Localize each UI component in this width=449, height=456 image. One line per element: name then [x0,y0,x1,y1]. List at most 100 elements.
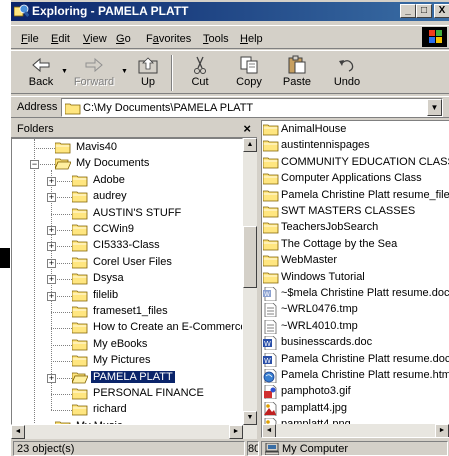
status-size: 80· [247,441,259,456]
menu-help[interactable]: Help [240,33,263,45]
window-title: Exploring - PAMELA PLATT [32,4,189,18]
up-folder-icon [138,57,158,74]
explorer-window: Exploring - PAMELA PLATT _ □ X File Edit… [10,0,449,456]
folders-horizontal-scrollbar[interactable]: ◄ ► [11,425,257,439]
tree-expander[interactable]: − [30,160,39,170]
file-list-pane[interactable]: AnimalHouse austintennispages COMMUNITY ED… [261,120,449,438]
file-item-label: Windows Tutorial [281,270,365,283]
file-item-label: ~WRL0476.tmp [281,303,358,316]
folder-icon [72,257,88,269]
back-button[interactable]: Back [23,53,59,93]
tree-expander[interactable]: + [47,242,56,252]
menu-bar: File Edit View Go Favorites Tools Help [11,25,449,49]
tmp-file-icon [264,303,277,318]
maximize-button[interactable]: □ [416,4,432,18]
folders-close-button[interactable]: × [243,121,251,136]
tree-expander[interactable]: + [47,291,56,301]
tree-expander[interactable]: + [47,193,56,203]
scroll-left-button[interactable]: ◄ [11,425,25,439]
tree-expander[interactable]: + [47,258,56,268]
forward-arrow-icon [85,57,103,73]
address-dropdown-button[interactable]: ▼ [427,99,442,116]
folder-icon [72,240,88,252]
file-item-label: Pamela Christine Platt resume.htm [281,369,449,381]
scroll-right-button[interactable]: ► [229,425,243,439]
folder-icon [72,306,88,318]
cut-button[interactable]: Cut [183,53,217,93]
files-horizontal-scrollbar[interactable]: ◄ ► [262,424,449,437]
tree-expander[interactable]: + [47,226,56,235]
close-button[interactable]: X [434,4,449,18]
file-item-label: The Cottage by the Sea [281,237,398,250]
menu-view[interactable]: View [83,33,107,45]
folder-icon [72,322,88,334]
back-arrow-icon [32,57,50,73]
files-scroll-left-button[interactable]: ◄ [262,424,276,437]
folder-icon [55,158,71,170]
folders-vertical-scrollbar[interactable]: ▲ ▼ [243,138,257,425]
folder-icon [263,190,279,201]
folder-icon [72,290,88,301]
address-input[interactable]: C:\My Documents\PAMELA PLATT ▼ [61,98,443,117]
menu-go[interactable]: Go [116,33,131,45]
copy-button[interactable]: Copy [231,53,267,93]
tree-item-label: Dsysa [93,272,124,285]
file-item-label: pamplatt4.jpg [281,401,348,414]
menu-tools[interactable]: Tools [203,33,229,45]
forward-button[interactable]: Forward [71,53,117,93]
menu-favorites[interactable]: Favorites [146,33,191,45]
scroll-thumb[interactable] [243,226,257,288]
folder-icon [263,173,279,185]
explorer-app-icon [14,4,29,17]
left-edge-black-block [0,248,10,268]
minimize-button[interactable]: _ [400,4,416,18]
scroll-up-button[interactable]: ▲ [243,138,257,152]
scissors-icon [194,56,206,74]
paste-button[interactable]: Paste [279,53,315,93]
jpg-image-icon [264,401,277,416]
folder-icon [72,388,88,400]
toolbar: Back ▼ Forward ▼ Up Cut Copy Paste Undo [11,50,449,94]
files-scroll-right-button[interactable]: ► [435,424,449,437]
scroll-down-button[interactable]: ▼ [243,411,257,425]
tree-expander[interactable]: + [47,176,56,186]
status-location: My Computer [261,441,448,456]
svg-text:W: W [264,291,270,298]
tree-expander[interactable]: + [47,373,56,383]
menu-edit[interactable]: Edit [51,33,70,45]
my-computer-icon [265,443,279,455]
folder-tree[interactable]: Mavis40 − My Documents + Adobe + audrey AUSTIN'… [11,138,243,425]
folder-icon [72,175,88,187]
folder-icon [72,404,88,416]
menu-file[interactable]: File [21,33,39,45]
folder-icon [72,273,88,285]
file-item-label: austintennispages [281,139,370,152]
tree-item-label: How to Create an E-Commerce [93,321,243,334]
forward-dropdown-icon[interactable]: ▼ [121,68,128,75]
tree-item-label: My Pictures [93,354,151,367]
tree-item-label: My eBooks [93,337,148,350]
paste-clipboard-icon [288,55,306,74]
tree-expander[interactable]: + [47,275,56,285]
folder-icon [72,208,88,219]
file-item-label: Pamela Christine Platt resume.doc [281,352,449,365]
file-item-label: ~$mela Christine Platt resume.doc [281,287,449,299]
tree-item-label: CCWin9 [93,223,134,235]
tree-item-label: PERSONAL FINANCE [93,387,204,399]
back-dropdown-icon[interactable]: ▼ [61,68,68,75]
folders-pane: Folders × Mavis40 − My Documents + Adobe + aud… [11,120,257,439]
up-button[interactable]: Up [133,53,163,93]
folder-icon [263,239,279,251]
folders-title: Folders [17,123,54,135]
file-item-label: WebMaster [281,254,338,267]
undo-arrow-icon [339,60,354,72]
folder-icon [263,255,279,267]
undo-button[interactable]: Undo [329,53,365,93]
tree-item-label: audrey [93,190,127,203]
file-item-label: TeachersJobSearch [281,221,379,234]
folder-icon [55,142,71,154]
windows-logo-icon [422,27,447,47]
file-item-label: Computer Applications Class [281,172,422,185]
word-doc-icon: W [263,336,277,351]
title-bar[interactable]: Exploring - PAMELA PLATT _ □ X [11,2,449,21]
